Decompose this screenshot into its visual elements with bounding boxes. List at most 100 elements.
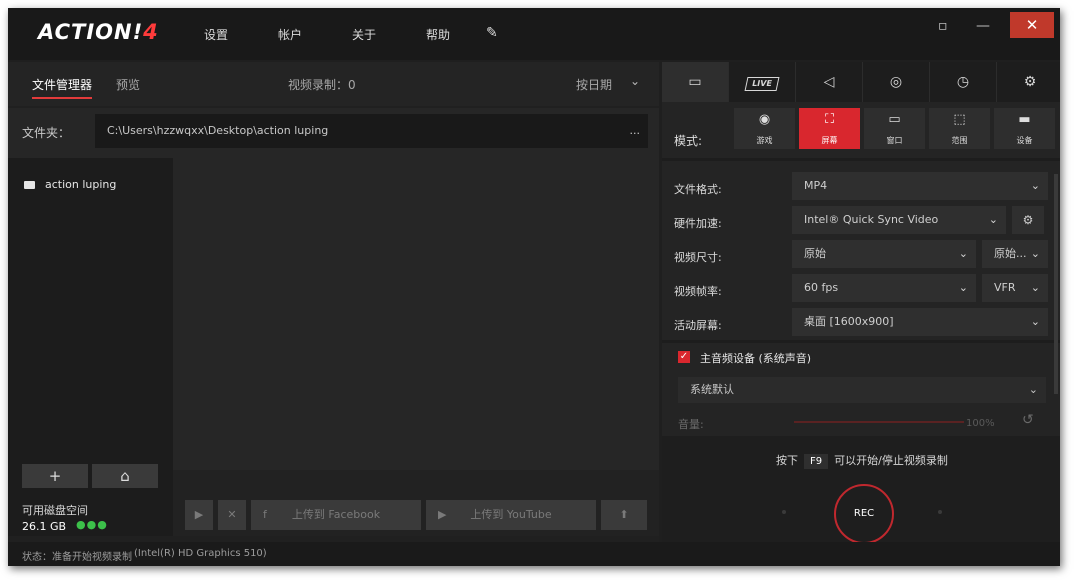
settings-scrollbar[interactable] (1054, 174, 1058, 394)
menu-account[interactable]: 帐户 (278, 26, 302, 43)
minimize-icon[interactable]: — (976, 18, 990, 34)
menu-about[interactable]: 关于 (352, 26, 376, 43)
menu-settings[interactable]: 设置 (204, 26, 228, 43)
app-logo: ACTION!4 (38, 20, 159, 44)
tab-timer[interactable]: ◷ (930, 62, 997, 102)
tab-preview[interactable]: 预览 (116, 76, 140, 93)
accel-select[interactable]: Intel® Quick Sync Video ⌄ (792, 206, 1006, 234)
size-select[interactable]: 原始 ⌄ (792, 240, 976, 268)
mode-region-label: 范围 (951, 136, 968, 145)
size-value-2: 原始... (994, 247, 1027, 260)
maximize-icon[interactable]: ▫ (938, 18, 948, 34)
fps-select[interactable]: 60 fps ⌄ (792, 274, 976, 302)
accel-value: Intel® Quick Sync Video (804, 213, 939, 226)
status-text: 状态：准备开始视频录制 (22, 552, 132, 563)
divider (662, 340, 1060, 343)
mode-window[interactable]: ▭ 窗口 (864, 108, 925, 149)
title-bar: ACTION!4 设置 帐户 关于 帮助 ✎ ▫ — ✕ (8, 8, 1060, 60)
fps-mode-value: VFR (994, 281, 1016, 294)
chevron-down-icon: ⌄ (1030, 179, 1040, 192)
browse-folder-button[interactable]: ... (630, 114, 641, 148)
mode-screen[interactable]: ⛶ 屏幕 (799, 108, 860, 149)
fps-row: 视频帧率: 60 fps ⌄ VFR ⌄ (666, 274, 1056, 304)
chevron-down-icon: ⌄ (1030, 247, 1040, 260)
mode-label: 模式: (674, 134, 703, 148)
disk-space-value: 26.1 GB (22, 520, 67, 533)
pen-icon[interactable]: ✎ (486, 25, 498, 41)
delete-button[interactable]: ✕ (218, 500, 246, 530)
right-tabs: ▭ LIVE ◁ ◎ ◷ ⚙ (662, 62, 1060, 102)
fps-value: 60 fps (804, 281, 839, 294)
close-button[interactable]: ✕ (1010, 12, 1054, 38)
add-folder-button[interactable]: + (22, 464, 88, 488)
tab-settings[interactable]: ⚙ (997, 62, 1060, 102)
folder-tree: action luping + ⌂ 可用磁盘空间 26.1 GB ●●● (8, 158, 173, 536)
tab-video[interactable]: ▭ (662, 62, 729, 102)
tab-live[interactable]: LIVE (729, 62, 796, 102)
folder-row: 文件夹： C:\Users\hzzwqxx\Desktop\action lup… (8, 108, 659, 160)
app-window: ACTION!4 设置 帐户 关于 帮助 ✎ ▫ — ✕ 文件管理器 预览 视频… (8, 8, 1060, 566)
screen-icon: ⛶ (824, 112, 835, 127)
home-icon: ⌂ (120, 467, 130, 485)
gpu-text: (Intel(R) HD Graphics 510) (134, 548, 267, 559)
mode-region[interactable]: ⬚ 范围 (929, 108, 990, 149)
audio-device-label: 主音频设备 (系统声音) (700, 352, 812, 365)
format-value: MP4 (804, 179, 828, 192)
play-button[interactable]: ▶ (185, 500, 213, 530)
format-select[interactable]: MP4 ⌄ (792, 172, 1048, 200)
mode-window-label: 窗口 (886, 136, 903, 145)
hint-suffix: 可以开始/停止视频录制 (834, 454, 948, 467)
screen-select[interactable]: 桌面 [1600x900] ⌄ (792, 308, 1048, 336)
chevron-down-icon: ⌄ (1030, 281, 1040, 294)
disk-space-label: 可用磁盘空间 (22, 504, 88, 517)
tab-audio[interactable]: ◁ (796, 62, 863, 102)
film-icon: ▭ (688, 74, 702, 90)
accel-label: 硬件加速: (674, 217, 722, 230)
tree-item-folder[interactable]: action luping (24, 178, 116, 191)
menu-help[interactable]: 帮助 (426, 26, 450, 43)
logo-text: ACTION! (38, 20, 144, 44)
stopwatch-icon: ◷ (956, 74, 970, 90)
upload-icon: ⬆ (619, 508, 629, 521)
upload-facebook-button[interactable]: f 上传到 Facebook (251, 500, 421, 530)
sort-dropdown[interactable]: 按日期 (576, 76, 612, 93)
record-control-area: 按下 F9 可以开始/停止视频录制 REC (662, 436, 1060, 544)
window-icon: ▭ (888, 112, 901, 127)
file-list-area (173, 158, 659, 470)
region-icon: ⬚ (953, 112, 966, 127)
audio-checkbox[interactable]: ✓ (678, 351, 690, 363)
folder-path-field[interactable]: C:\Users\hzzwqxx\Desktop\action luping .… (95, 114, 648, 148)
audio-device-value: 系统默认 (690, 383, 734, 396)
fps-mode-select[interactable]: VFR ⌄ (982, 274, 1048, 302)
screen-label: 活动屏幕: (674, 319, 722, 332)
mode-game[interactable]: ◉ 游戏 (734, 108, 795, 149)
logo-version: 4 (143, 20, 159, 44)
accel-row: 硬件加速: Intel® Quick Sync Video ⌄ ⚙ (666, 206, 1056, 236)
speaker-icon: ◁ (823, 74, 835, 90)
mode-device-label: 设备 (1016, 136, 1033, 145)
tab-screenshot[interactable]: ◎ (863, 62, 930, 102)
reset-icon[interactable]: ↺ (1022, 412, 1034, 428)
upload-youtube-button[interactable]: ▶ 上传到 YouTube (426, 500, 596, 530)
record-button[interactable]: REC (834, 484, 894, 544)
hotkey-hint: 按下 F9 可以开始/停止视频录制 (776, 452, 948, 469)
chevron-down-icon[interactable]: ⌄ (630, 74, 640, 88)
tab-file-manager[interactable]: 文件管理器 (32, 76, 93, 99)
audio-device-select[interactable]: 系统默认 ⌄ (678, 377, 1046, 403)
mode-screen-label: 屏幕 (821, 136, 838, 145)
volume-slider[interactable] (794, 421, 964, 423)
youtube-icon: ▶ (438, 508, 447, 521)
screen-value: 桌面 [1600x900] (804, 315, 894, 328)
format-label: 文件格式: (674, 183, 722, 196)
facebook-icon: f (263, 508, 267, 521)
play-icon: ▶ (194, 508, 204, 521)
accel-settings-button[interactable]: ⚙ (1012, 206, 1044, 234)
hotkey-key: F9 (804, 454, 829, 469)
chevron-down-icon: ⌄ (958, 247, 968, 260)
size-label: 视频尺寸: (674, 251, 722, 264)
upload-button[interactable]: ⬆ (601, 500, 647, 530)
size-select-2[interactable]: 原始... ⌄ (982, 240, 1048, 268)
home-folder-button[interactable]: ⌂ (92, 464, 158, 488)
mode-device[interactable]: ▬ 设备 (994, 108, 1055, 149)
recording-settings-panel: ▭ LIVE ◁ ◎ ◷ ⚙ 模式: ◉ 游戏 ⛶ 屏幕 ▭ 窗口 ⬚ 范围 ▬ 设备 文… (662, 62, 1060, 544)
